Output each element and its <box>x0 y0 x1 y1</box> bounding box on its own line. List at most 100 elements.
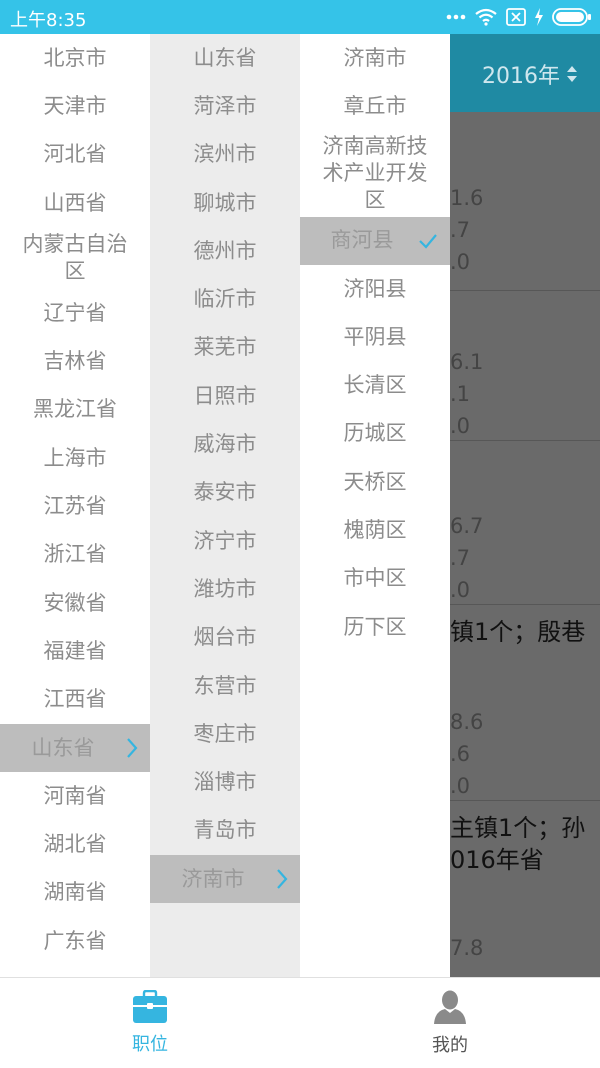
city-item[interactable]: 聊城市 <box>150 179 300 227</box>
district-list[interactable]: 济南市 章丘市 济南高新技术产业开发区 商河县 济阳县 平阴县 长清区 历城区 … <box>300 34 450 977</box>
province-item[interactable]: 湖南省 <box>0 869 150 917</box>
bg-value: .0 <box>450 578 471 602</box>
city-item[interactable]: 泰安市 <box>150 469 300 517</box>
province-item[interactable]: 湖北省 <box>0 820 150 868</box>
city-label: 济宁市 <box>193 528 257 553</box>
province-label: 福建省 <box>43 638 107 663</box>
tab-mine-label: 我的 <box>432 1035 468 1056</box>
district-item[interactable]: 济阳县 <box>300 265 450 313</box>
province-label: 北京市 <box>43 45 107 70</box>
district-item[interactable]: 槐荫区 <box>300 506 450 554</box>
city-item[interactable]: 德州市 <box>150 227 300 275</box>
city-item[interactable]: 东营市 <box>150 662 300 710</box>
district-item[interactable]: 章丘市 <box>300 82 450 130</box>
city-item[interactable]: 青岛市 <box>150 807 300 855</box>
province-item[interactable]: 天津市 <box>0 82 150 130</box>
tab-jobs[interactable]: 职位 <box>0 978 300 1068</box>
bg-value: .0 <box>450 250 471 274</box>
province-item[interactable]: 福建省 <box>0 627 150 675</box>
province-label: 江苏省 <box>43 494 107 519</box>
chevron-right-icon <box>127 738 138 758</box>
bg-divider <box>450 290 600 291</box>
battery-icon <box>552 8 591 26</box>
province-label: 山东省 <box>31 735 95 760</box>
province-item[interactable]: 上海市 <box>0 434 150 482</box>
bg-value: 6.7 <box>450 514 484 538</box>
city-item[interactable]: 烟台市 <box>150 614 300 662</box>
chevron-right-icon <box>277 869 288 889</box>
status-icons <box>446 6 592 28</box>
district-item[interactable]: 济南市 <box>300 34 450 82</box>
sort-arrows-icon <box>567 66 577 82</box>
district-item[interactable]: 长清区 <box>300 361 450 409</box>
sim-off-icon <box>506 8 526 26</box>
checkmark-icon <box>419 234 437 249</box>
province-item[interactable]: 吉林省 <box>0 337 150 385</box>
city-label: 日照市 <box>193 383 257 408</box>
bg-value: 6.1 <box>450 350 484 374</box>
tab-mine[interactable]: 我的 <box>300 978 600 1068</box>
district-item-selected[interactable]: 商河县 <box>300 216 450 265</box>
city-item[interactable]: 临沂市 <box>150 275 300 323</box>
district-item[interactable]: 天桥区 <box>300 458 450 506</box>
province-item[interactable]: 河北省 <box>0 131 150 179</box>
province-item[interactable]: 山西省 <box>0 179 150 227</box>
city-label: 菏泽市 <box>193 93 257 118</box>
province-item[interactable]: 江西省 <box>0 676 150 724</box>
province-item[interactable]: 黑龙江省 <box>0 386 150 434</box>
province-list[interactable]: 北京市 天津市 河北省 山西省 内蒙古自治区 辽宁省 吉林省 黑龙江省 上海市 … <box>0 34 150 977</box>
city-item[interactable]: 枣庄市 <box>150 710 300 758</box>
city-list[interactable]: 山东省 菏泽市 滨州市 聊城市 德州市 临沂市 莱芜市 日照市 威海市 泰安市 … <box>150 34 300 977</box>
city-label: 青岛市 <box>193 818 257 843</box>
district-label: 历城区 <box>343 421 407 446</box>
province-item[interactable]: 辽宁省 <box>0 289 150 337</box>
province-label: 江西省 <box>43 687 107 712</box>
province-label: 湖北省 <box>43 832 107 857</box>
district-label: 市中区 <box>343 566 407 591</box>
province-label: 吉林省 <box>43 349 107 374</box>
bg-divider <box>450 604 600 605</box>
charging-icon <box>535 8 543 26</box>
city-item-selected[interactable]: 济南市 <box>150 855 300 904</box>
district-item[interactable]: 历城区 <box>300 410 450 458</box>
city-item[interactable]: 山东省 <box>150 34 300 82</box>
province-label: 内蒙古自治区 <box>22 232 128 284</box>
city-item[interactable]: 潍坊市 <box>150 565 300 613</box>
city-item[interactable]: 济宁市 <box>150 517 300 565</box>
province-item[interactable]: 浙江省 <box>0 531 150 579</box>
city-label: 枣庄市 <box>193 721 257 746</box>
city-item[interactable]: 菏泽市 <box>150 82 300 130</box>
province-label: 天津市 <box>43 93 107 118</box>
city-label: 潍坊市 <box>193 576 257 601</box>
bg-value: .6 <box>450 742 471 766</box>
province-label: 辽宁省 <box>43 300 107 325</box>
city-item[interactable]: 日照市 <box>150 372 300 420</box>
district-item[interactable]: 平阴县 <box>300 313 450 361</box>
bg-text-line: 016年省 <box>450 846 544 874</box>
province-item[interactable]: 内蒙古自治区 <box>0 227 150 289</box>
province-item[interactable]: 广东省 <box>0 917 150 965</box>
city-item[interactable]: 滨州市 <box>150 131 300 179</box>
province-item-selected[interactable]: 山东省 <box>0 723 150 773</box>
bg-value: 1.6 <box>450 186 484 210</box>
city-label: 威海市 <box>193 432 257 457</box>
city-item[interactable]: 威海市 <box>150 420 300 468</box>
year-select[interactable]: 2016年 <box>482 58 578 90</box>
bg-value: .7 <box>450 546 471 570</box>
city-label: 莱芜市 <box>193 335 257 360</box>
bg-divider <box>450 440 600 441</box>
city-label: 山东省 <box>193 45 257 70</box>
city-label: 济南市 <box>181 866 245 891</box>
bg-text-line: 主镇1个；孙 <box>450 814 586 842</box>
province-item[interactable]: 安徽省 <box>0 579 150 627</box>
province-item[interactable]: 北京市 <box>0 34 150 82</box>
person-icon <box>434 990 466 1024</box>
city-item[interactable]: 淄博市 <box>150 758 300 806</box>
province-item[interactable]: 河南省 <box>0 772 150 820</box>
province-item[interactable]: 江苏省 <box>0 482 150 530</box>
city-item[interactable]: 莱芜市 <box>150 324 300 372</box>
province-label: 河南省 <box>43 783 107 808</box>
district-item[interactable]: 历下区 <box>300 603 450 651</box>
district-item[interactable]: 市中区 <box>300 555 450 603</box>
district-item[interactable]: 济南高新技术产业开发区 <box>300 131 450 217</box>
